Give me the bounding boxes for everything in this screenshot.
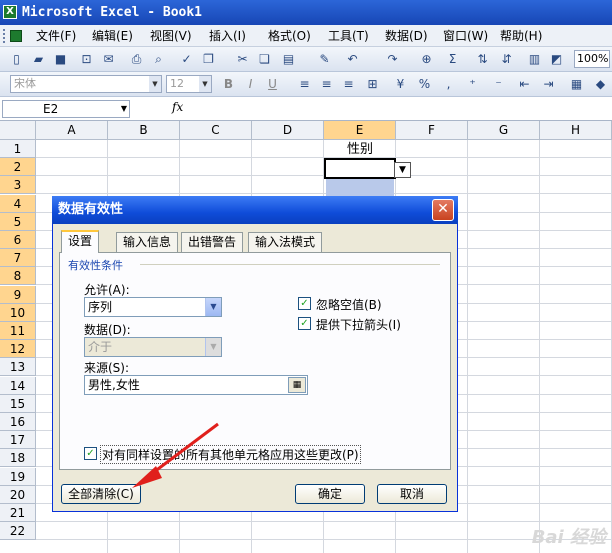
- arrow-head: [132, 466, 162, 488]
- arrow-shaft: [149, 422, 219, 477]
- annotation-arrow: [132, 422, 219, 488]
- watermark: Bai 经验: [531, 527, 606, 548]
- tab-settings[interactable]: 设置: [61, 230, 100, 253]
